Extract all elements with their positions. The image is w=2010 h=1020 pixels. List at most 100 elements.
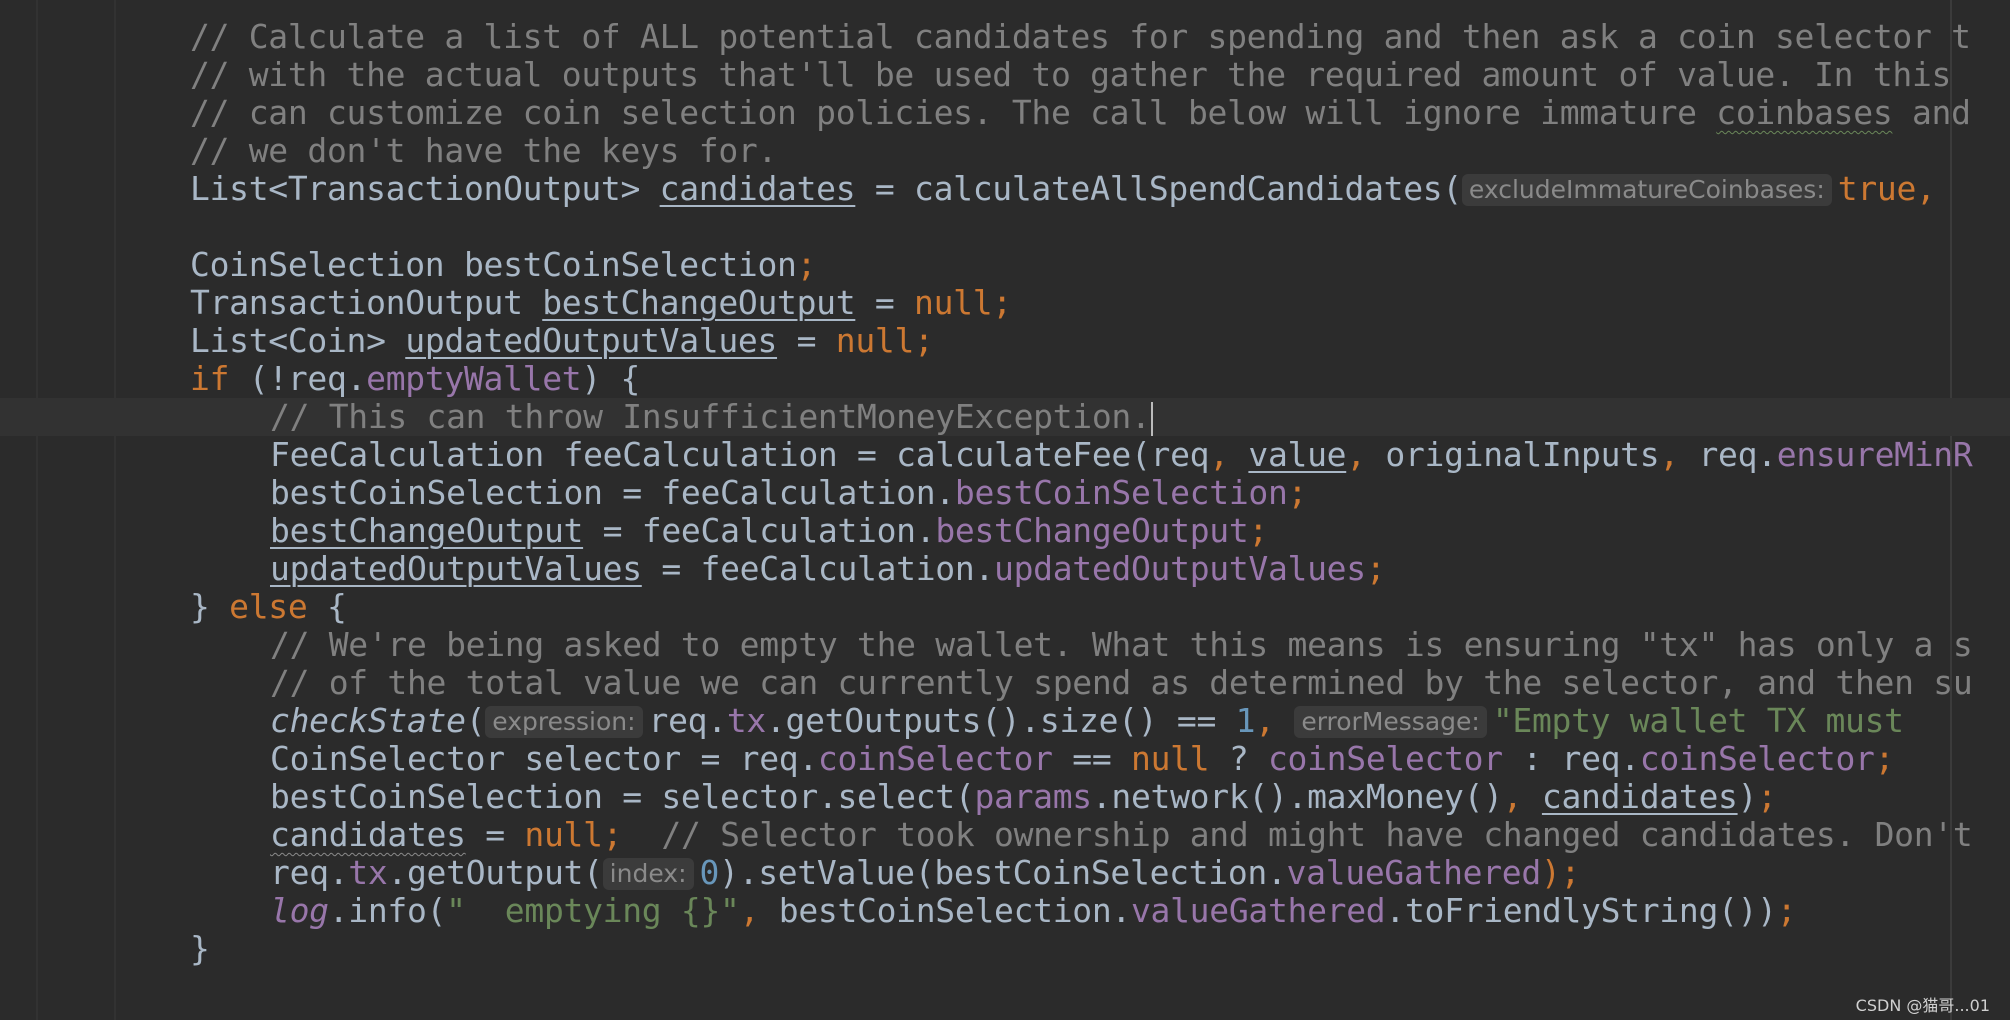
code-token: bestCoinSelection. [778, 891, 1132, 930]
parameter-hint: excludeImmatureCoinbases: [1461, 174, 1832, 206]
code-token: ) { [581, 359, 641, 398]
code-token: bestCoinSelection = selector.select( [270, 777, 975, 816]
code-token: bestChangeOutput [542, 283, 856, 322]
code-token: : req. [1502, 739, 1640, 778]
code-line[interactable]: // Calculate a list of ALL potential can… [190, 18, 2010, 56]
code-token: tx [726, 701, 766, 740]
code-line[interactable]: // This can throw InsufficientMoneyExcep… [0, 398, 2010, 436]
code-lines[interactable]: // Calculate a list of ALL potential can… [0, 18, 2010, 968]
code-token: // We're being asked to empty the wallet… [270, 625, 1973, 664]
code-line[interactable]: List<TransactionOutput> candidates = cal… [190, 170, 2010, 208]
code-token: params [974, 777, 1092, 816]
code-token: req. [1698, 435, 1777, 474]
code-token: , [1659, 435, 1699, 474]
gutter-divider [36, 0, 38, 1020]
code-token: if [190, 359, 230, 398]
code-line[interactable]: bestChangeOutput = feeCalculation.bestCh… [190, 512, 2010, 550]
code-token: FeeCalculation feeCalculation = calculat… [270, 435, 1210, 474]
code-token: // This can throw InsufficientMoneyExcep… [270, 397, 1151, 436]
code-token: null [1131, 739, 1210, 778]
code-token: else [229, 587, 308, 626]
code-token: null; [524, 815, 623, 854]
code-token: req. [648, 701, 728, 740]
code-line[interactable]: // We're being asked to empty the wallet… [190, 626, 2010, 664]
watermark: CSDN @猫哥...01 [1855, 996, 1990, 1015]
code-line[interactable]: bestCoinSelection = feeCalculation.bestC… [190, 474, 2010, 512]
code-token: == [1052, 739, 1131, 778]
code-token: ) [1737, 777, 1758, 816]
code-token: req. [270, 853, 349, 892]
code-token: ensureMinR [1776, 435, 1973, 474]
parameter-hint: index: [602, 858, 694, 890]
code-line[interactable]: } [190, 930, 2010, 968]
code-token: (!req. [229, 359, 367, 398]
code-token: = feeCalculation. [641, 549, 995, 588]
code-token: coinSelector [1639, 739, 1875, 778]
code-line[interactable]: CoinSelector selector = req.coinSelector… [190, 740, 2010, 778]
code-token: , [1502, 777, 1542, 816]
code-token: ; [1757, 777, 1777, 816]
code-line[interactable]: if (!req.emptyWallet) { [190, 360, 2010, 398]
code-line[interactable]: // can customize coin selection policies… [190, 94, 2010, 132]
code-line[interactable]: // with the actual outputs that'll be us… [190, 56, 2010, 94]
code-token: null; [835, 321, 934, 360]
code-token: bestCoinSelection [954, 473, 1288, 512]
code-token: updatedOutputValues [994, 549, 1366, 588]
code-token: bestCoinSelection = feeCalculation. [270, 473, 955, 512]
code-token: ).setValue(bestCoinSelection. [719, 853, 1287, 892]
code-editor[interactable]: // Calculate a list of ALL potential can… [0, 0, 2010, 1020]
code-token: emptyWallet [366, 359, 582, 398]
code-token: and [1892, 93, 1971, 132]
code-line[interactable]: } else { [190, 588, 2010, 626]
code-token: ( [465, 701, 486, 740]
code-token: candidates [659, 169, 856, 208]
text-caret [1150, 401, 1153, 436]
code-line[interactable]: TransactionOutput bestChangeOutput = nul… [190, 284, 2010, 322]
code-token: "Empty wallet TX must [1492, 701, 1904, 740]
code-token: .network().maxMoney() [1091, 777, 1503, 816]
code-token: .getOutput( [387, 853, 603, 892]
code-token: updatedOutputValues [405, 321, 778, 360]
code-token: = feeCalculation. [583, 511, 936, 550]
code-token: // Selector took ownership and might hav… [661, 815, 1973, 854]
code-token: = [465, 815, 525, 854]
code-token: .info( [328, 891, 447, 930]
code-token: , [1209, 435, 1249, 474]
code-line[interactable]: bestCoinSelection = selector.select(para… [190, 778, 2010, 816]
code-token: 1 [1235, 701, 1256, 740]
code-token: ); [1540, 853, 1581, 892]
code-token: coinSelector [1267, 739, 1503, 778]
code-line[interactable]: // we don't have the keys for. [190, 132, 2010, 170]
code-line[interactable]: FeeCalculation feeCalculation = calculat… [190, 436, 2010, 474]
code-token: // can customize coin selection policies… [190, 93, 1717, 132]
code-token: // of the total value we can currently s… [270, 663, 1973, 702]
code-token: } [190, 929, 210, 968]
code-token: originalInputs [1385, 435, 1660, 474]
code-token: candidates [1541, 777, 1738, 816]
code-line[interactable]: CoinSelection bestCoinSelection; [190, 246, 2010, 284]
code-line[interactable] [190, 208, 2010, 246]
code-token: tx [348, 853, 388, 892]
code-token: ; [1874, 739, 1895, 778]
code-token: , [1255, 701, 1295, 740]
parameter-hint: errorMessage: [1294, 706, 1487, 738]
code-line[interactable]: log.info(" emptying {}", bestCoinSelecti… [190, 892, 2010, 930]
code-token: coinbases [1716, 93, 1893, 132]
parameter-hint: expression: [485, 706, 643, 738]
code-token: ; [1776, 891, 1797, 930]
code-token: TransactionOutput [190, 283, 543, 322]
code-token: , [739, 891, 779, 930]
code-token: coinSelector [817, 739, 1053, 778]
code-token: List<Coin> [190, 321, 406, 360]
code-line[interactable]: req.tx.getOutput(index: 0).setValue(bestC… [190, 854, 2010, 892]
code-line[interactable]: candidates = null; // Selector took owne… [190, 816, 2010, 854]
code-line[interactable]: updatedOutputValues = feeCalculation.upd… [190, 550, 2010, 588]
code-token: ; [1248, 511, 1268, 550]
code-token: List<TransactionOutput> [190, 169, 660, 208]
code-line[interactable]: checkState(expression: req.tx.getOutputs(… [190, 702, 2010, 740]
code-token: valueGathered [1130, 891, 1386, 930]
code-line[interactable]: List<Coin> updatedOutputValues = null; [190, 322, 2010, 360]
code-token: null; [914, 283, 1012, 322]
code-line[interactable]: // of the total value we can currently s… [190, 664, 2010, 702]
